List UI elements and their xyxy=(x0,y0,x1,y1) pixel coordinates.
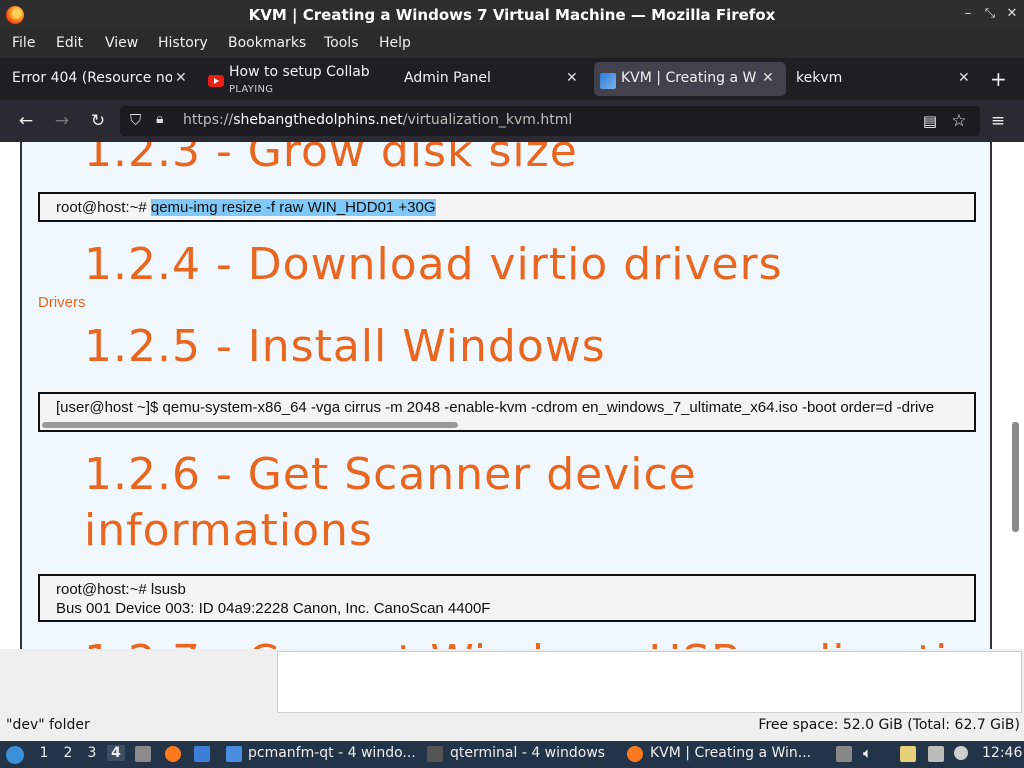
tab-label: KVM | Creating a Win xyxy=(621,70,756,86)
reader-view-icon[interactable]: ▤ xyxy=(919,110,941,132)
workspace-3[interactable]: 3 xyxy=(83,745,101,761)
firefox-launcher-icon[interactable] xyxy=(165,746,181,762)
vertical-scrollbar[interactable] xyxy=(1012,422,1019,532)
horizontal-scrollbar[interactable] xyxy=(42,422,458,428)
minimize-icon[interactable]: – xyxy=(960,6,976,22)
tab-admin-panel[interactable]: Admin Panel ✕ xyxy=(396,62,588,96)
menu-help[interactable]: Help xyxy=(379,35,411,51)
file-manager-launcher-icon[interactable] xyxy=(194,746,210,762)
heading-next-partial: 1.2.7 - Correct Windows USB redirection xyxy=(84,634,1005,649)
tab-kekvm[interactable]: kekvm ✕ xyxy=(790,62,980,96)
code-block-resize: root@host:~# qemu-img resize -f raw WIN_… xyxy=(38,192,976,222)
menu-view[interactable]: View xyxy=(105,35,138,51)
taskbar: 1 2 3 4 pcmanfm-qt - 4 windo... qtermina… xyxy=(0,741,1024,768)
close-window-icon[interactable]: ✕ xyxy=(1004,6,1020,22)
task-firefox[interactable]: KVM | Creating a Win... xyxy=(650,745,811,761)
close-tab-icon[interactable]: ✕ xyxy=(958,70,972,86)
window-title: KVM | Creating a Windows 7 Virtual Machi… xyxy=(248,6,776,24)
shield-icon[interactable]: ⛉ xyxy=(130,111,141,129)
bookmark-star-icon[interactable]: ☆ xyxy=(948,110,970,132)
workspace-2[interactable]: 2 xyxy=(59,745,77,761)
workspace-1[interactable]: 1 xyxy=(35,745,53,761)
menu-tools[interactable]: Tools xyxy=(324,35,359,51)
new-tab-button[interactable]: + xyxy=(990,67,1007,91)
tab-label: kekvm xyxy=(796,70,843,86)
heading-scanner-line2: informations xyxy=(84,505,373,556)
code-line: root@host:~# lsusb xyxy=(56,581,186,598)
code-line: [user@host ~]$ qemu-system-x86_64 -vga c… xyxy=(56,399,935,416)
volume-icon[interactable]: 🔈︎ xyxy=(863,744,872,762)
menu-bar: File Edit View History Bookmarks Tools H… xyxy=(0,30,1024,58)
terminal-icon xyxy=(427,746,443,762)
drivers-link[interactable]: Drivers xyxy=(38,294,86,311)
menu-history[interactable]: History xyxy=(158,35,208,51)
kvm-favicon-icon xyxy=(600,73,616,89)
tab-label: Error 404 (Resource not xyxy=(12,70,172,86)
show-desktop-icon[interactable] xyxy=(135,746,151,762)
selected-command: qemu-img resize -f raw WIN_HDD01 +30G xyxy=(150,199,436,216)
url-bar[interactable]: ⛉ 🔒︎ https://shebangthedolphins.net/virt… xyxy=(120,106,980,136)
article-body: 1.2.3 - Grow disk size root@host:~# qemu… xyxy=(20,142,1004,649)
reload-button[interactable]: ↻ xyxy=(87,110,109,132)
tab-collabora[interactable]: How to setup Collab PLAYING xyxy=(200,62,390,96)
heading-scanner-line1: 1.2.6 - Get Scanner device xyxy=(84,449,697,500)
close-tab-icon[interactable]: ✕ xyxy=(762,70,776,86)
code-prompt: root@host:~# xyxy=(56,199,151,216)
close-tab-icon[interactable]: ✕ xyxy=(566,70,580,86)
close-tab-icon[interactable]: ✕ xyxy=(175,70,189,86)
task-qterminal[interactable]: qterminal - 4 windows xyxy=(450,745,605,761)
menu-file[interactable]: File xyxy=(12,35,35,51)
notification-icon[interactable] xyxy=(954,746,968,760)
heading-virtio: 1.2.4 - Download virtio drivers xyxy=(84,239,783,290)
code-block-lsusb: root@host:~# lsusb Bus 001 Device 003: I… xyxy=(38,574,976,622)
menu-edit[interactable]: Edit xyxy=(56,35,83,51)
network-icon[interactable] xyxy=(928,746,944,762)
workspace-4[interactable]: 4 xyxy=(107,745,125,761)
menu-bookmarks[interactable]: Bookmarks xyxy=(228,35,306,51)
tab-kvm-active[interactable]: KVM | Creating a Win ✕ xyxy=(594,62,786,96)
heading-install-windows: 1.2.5 - Install Windows xyxy=(84,321,606,372)
clipboard-icon[interactable] xyxy=(900,746,916,762)
tab-error-404[interactable]: Error 404 (Resource not ✕ xyxy=(4,62,194,96)
file-list-pane[interactable] xyxy=(277,651,1022,713)
task-pcmanfm[interactable]: pcmanfm-qt - 4 windo... xyxy=(248,745,416,761)
tab-playing-indicator: PLAYING xyxy=(229,84,274,95)
youtube-icon xyxy=(208,75,224,87)
folder-status: "dev" folder xyxy=(6,717,90,733)
folder-icon xyxy=(226,746,242,762)
heading-grow-disk: 1.2.3 - Grow disk size xyxy=(84,142,578,177)
clock: 12:46 xyxy=(982,745,1023,761)
hamburger-menu-icon[interactable]: ≡ xyxy=(987,110,1009,132)
file-manager-window: "dev" folder Free space: 52.0 GiB (Total… xyxy=(0,649,1024,741)
free-space-status: Free space: 52.0 GiB (Total: 62.7 GiB) xyxy=(758,717,1020,733)
tab-label: How to setup Collab xyxy=(229,64,369,80)
forward-button[interactable]: → xyxy=(51,110,73,132)
navigation-bar: ← → ↻ ⛉ 🔒︎ https://shebangthedolphins.ne… xyxy=(0,100,1024,142)
start-menu-icon[interactable] xyxy=(6,746,24,764)
page-viewport: 1.2.3 - Grow disk size root@host:~# qemu… xyxy=(0,142,1024,649)
back-button[interactable]: ← xyxy=(15,110,37,132)
tray-app-icon[interactable] xyxy=(836,746,852,762)
lock-icon[interactable]: 🔒︎ xyxy=(156,111,163,127)
code-block-install: [user@host ~]$ qemu-system-x86_64 -vga c… xyxy=(38,392,976,432)
firefox-task-icon xyxy=(627,746,643,762)
code-line: Bus 001 Device 003: ID 04a9:2228 Canon, … xyxy=(56,600,491,617)
maximize-icon[interactable]: ⤡ xyxy=(982,6,998,22)
url-text[interactable]: https://shebangthedolphins.net/virtualiz… xyxy=(183,112,572,128)
window-titlebar: KVM | Creating a Windows 7 Virtual Machi… xyxy=(0,0,1024,30)
tab-bar: Error 404 (Resource not ✕ How to setup C… xyxy=(0,58,1024,100)
tab-label: Admin Panel xyxy=(404,70,491,86)
